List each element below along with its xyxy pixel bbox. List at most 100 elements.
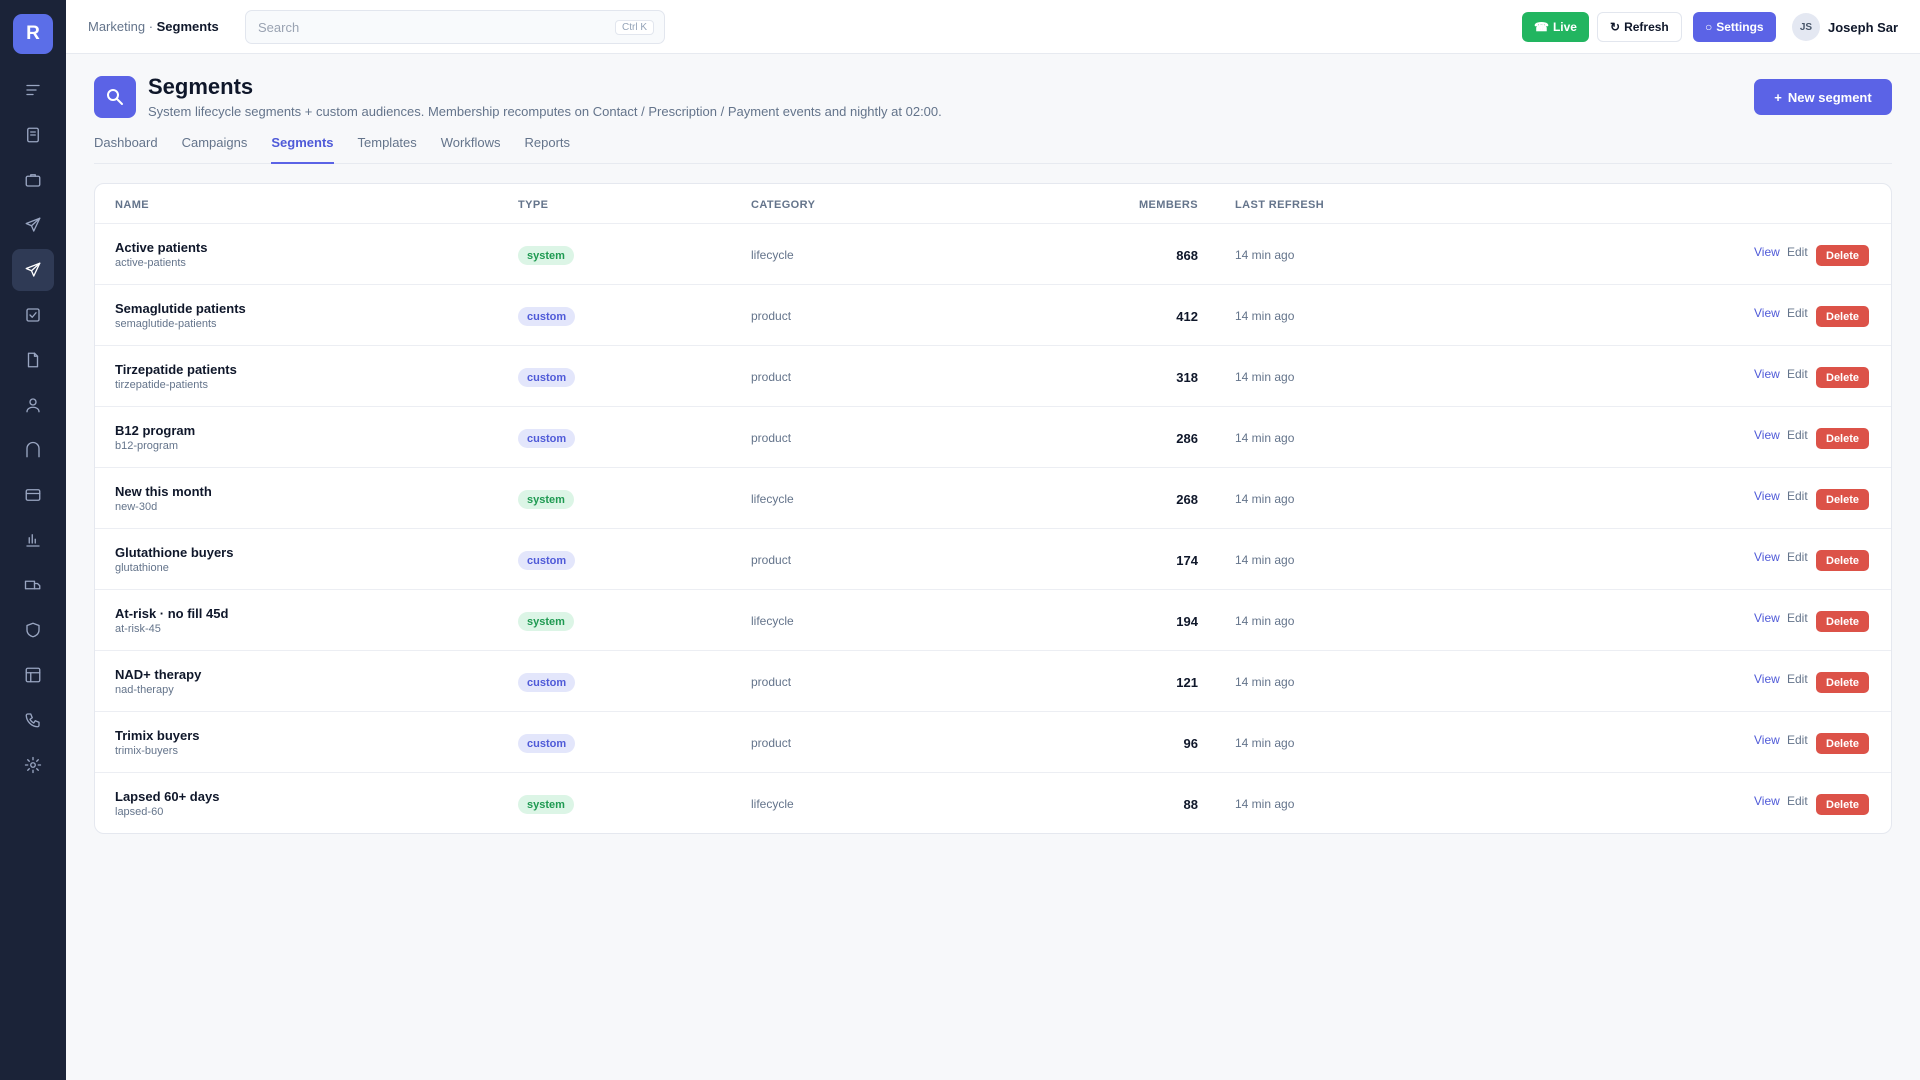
breadcrumb-parent[interactable]: Marketing (88, 19, 145, 34)
sidebar-item-phone[interactable] (12, 699, 54, 741)
delete-button[interactable]: Delete (1816, 672, 1870, 693)
edit-button[interactable]: Edit (1787, 306, 1808, 320)
view-button[interactable]: View (1754, 733, 1780, 747)
settings-label: Settings (1716, 20, 1764, 34)
segment-name[interactable]: At-risk · no fill 45d (115, 606, 228, 621)
table-row[interactable]: Active patients active-patients system life… (95, 224, 1891, 285)
sidebar-item-credit-card[interactable] (12, 474, 54, 516)
edit-button[interactable]: Edit (1787, 428, 1808, 442)
avatar[interactable]: JS (1792, 13, 1820, 41)
delete-button[interactable]: Delete (1816, 489, 1870, 510)
segment-last-refresh: 14 min ago (1235, 370, 1295, 384)
edit-button[interactable]: Edit (1787, 794, 1808, 808)
edit-button[interactable]: Edit (1787, 733, 1808, 747)
delete-button[interactable]: Delete (1816, 306, 1870, 327)
table-row[interactable]: Lapsed 60+ days lapsed-60 system lifecycle 8… (95, 773, 1891, 834)
segment-members: 868 (1176, 248, 1198, 263)
table-row[interactable]: Semaglutide patients semaglutide-patients… (95, 285, 1891, 346)
view-button[interactable]: View (1754, 550, 1780, 564)
sidebar-item-send[interactable] (12, 204, 54, 246)
table-row[interactable]: Tirzepatide patients tirzepatide-patients… (95, 346, 1891, 407)
tab-workflows[interactable]: Workflows (441, 134, 501, 164)
segment-name[interactable]: Trimix buyers (115, 728, 200, 743)
column-header-name[interactable]: NAME (115, 199, 149, 211)
tab-segments[interactable]: Segments (271, 134, 334, 164)
delete-button[interactable]: Delete (1816, 550, 1870, 571)
live-button[interactable]: ☎ Live (1522, 12, 1589, 42)
table-row[interactable]: Trimix buyers trimix-buyers custom product 9… (95, 712, 1891, 773)
view-button[interactable]: View (1754, 489, 1780, 503)
tab-reports[interactable]: Reports (524, 134, 570, 164)
segment-last-refresh: 14 min ago (1235, 431, 1295, 445)
edit-button[interactable]: Edit (1787, 672, 1808, 686)
type-badge: custom (518, 551, 576, 570)
sidebar-item-menu[interactable] (12, 69, 54, 111)
edit-button[interactable]: Edit (1787, 245, 1808, 259)
sidebar-item-send[interactable] (12, 249, 54, 291)
column-header-category[interactable]: CATEGORY (751, 199, 815, 211)
view-button[interactable]: View (1754, 672, 1780, 686)
grid-icon (25, 667, 41, 683)
delete-button[interactable]: Delete (1816, 245, 1870, 266)
delete-button[interactable]: Delete (1816, 794, 1870, 815)
edit-button[interactable]: Edit (1787, 611, 1808, 625)
type-badge: system (518, 795, 574, 814)
segment-name[interactable]: New this month (115, 484, 212, 499)
sidebar-item-arch[interactable] (12, 429, 54, 471)
view-button[interactable]: View (1754, 794, 1780, 808)
view-button[interactable]: View (1754, 428, 1780, 442)
delete-button[interactable]: Delete (1816, 733, 1870, 754)
sidebar-item-bar-chart[interactable] (12, 519, 54, 561)
new-segment-button[interactable]: + New segment (1754, 79, 1892, 115)
segment-name[interactable]: NAD+ therapy (115, 667, 201, 682)
delete-button[interactable]: Delete (1816, 611, 1870, 632)
table-row[interactable]: New this month new-30d system lifecycle 268 1… (95, 468, 1891, 529)
segment-name[interactable]: Tirzepatide patients (115, 362, 237, 377)
column-header-members[interactable]: MEMBERS (1139, 199, 1198, 211)
sidebar-item-gear[interactable] (12, 744, 54, 786)
tab-campaigns[interactable]: Campaigns (182, 134, 248, 164)
segment-name[interactable]: Semaglutide patients (115, 301, 246, 316)
segment-category: product (751, 370, 792, 384)
edit-button[interactable]: Edit (1787, 367, 1808, 381)
user-name[interactable]: Joseph Sar (1828, 20, 1898, 35)
segment-last-refresh: 14 min ago (1235, 553, 1295, 567)
sidebar-item-truck[interactable] (12, 564, 54, 606)
segment-members: 121 (1176, 675, 1198, 690)
view-button[interactable]: View (1754, 367, 1780, 381)
view-button[interactable]: View (1754, 245, 1780, 259)
edit-button[interactable]: Edit (1787, 550, 1808, 564)
view-button[interactable]: View (1754, 306, 1780, 320)
sidebar-item-briefcase[interactable] (12, 159, 54, 201)
view-button[interactable]: View (1754, 611, 1780, 625)
sidebar-item-grid[interactable] (12, 654, 54, 696)
type-badge: custom (518, 368, 576, 387)
sidebar-item-shield[interactable] (12, 609, 54, 651)
edit-button[interactable]: Edit (1787, 489, 1808, 503)
sidebar-item-check-square[interactable] (12, 294, 54, 336)
delete-button[interactable]: Delete (1816, 367, 1870, 388)
tab-dashboard[interactable]: Dashboard (94, 134, 158, 164)
segment-slug: new-30d (115, 501, 158, 513)
segment-name[interactable]: Glutathione buyers (115, 545, 233, 560)
sidebar-item-user[interactable] (12, 384, 54, 426)
segment-name[interactable]: B12 program (115, 423, 195, 438)
delete-button[interactable]: Delete (1816, 428, 1870, 449)
table-row[interactable]: NAD+ therapy nad-therapy custom product 121 1… (95, 651, 1891, 712)
segment-slug: at-risk-45 (115, 623, 161, 635)
table-row[interactable]: At-risk · no fill 45d at-risk-45 system lif… (95, 590, 1891, 651)
app-logo[interactable]: R (13, 14, 53, 54)
sidebar-item-book[interactable] (12, 114, 54, 156)
sidebar: R (0, 0, 66, 1080)
segment-name[interactable]: Active patients (115, 240, 207, 255)
table-row[interactable]: Glutathione buyers glutathione custom produ… (95, 529, 1891, 590)
search-input[interactable] (246, 11, 586, 43)
tab-templates[interactable]: Templates (358, 134, 417, 164)
column-header-last-refresh[interactable]: LAST REFRESH (1235, 199, 1324, 211)
sidebar-item-file[interactable] (12, 339, 54, 381)
segment-name[interactable]: Lapsed 60+ days (115, 789, 219, 804)
settings-button[interactable]: ○ Settings (1693, 12, 1776, 42)
column-header-type[interactable]: TYPE (518, 199, 548, 211)
refresh-button[interactable]: ↻ Refresh (1597, 12, 1682, 42)
table-row[interactable]: B12 program b12-program custom product 286 14… (95, 407, 1891, 468)
